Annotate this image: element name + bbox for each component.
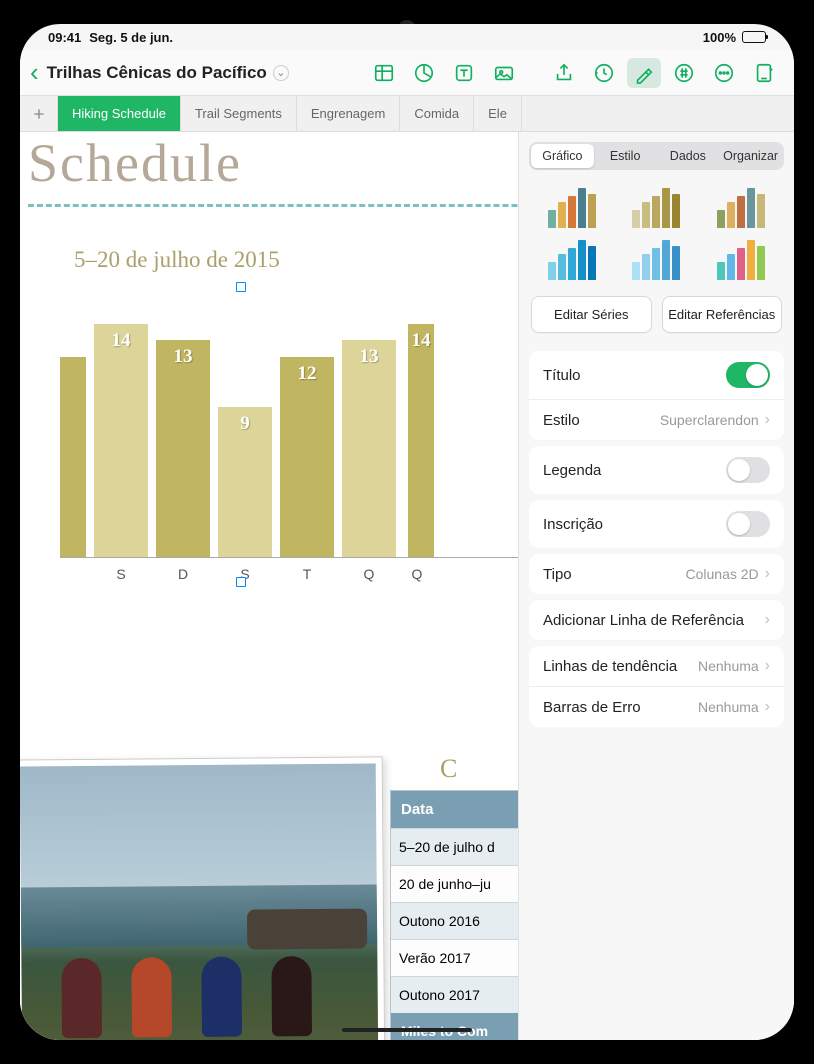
chart-style-thumb[interactable] — [706, 186, 776, 228]
insert-text-button[interactable] — [447, 58, 481, 88]
edit-series-button[interactable]: Editar Séries — [531, 296, 652, 333]
history-button[interactable] — [587, 58, 621, 88]
status-time: 09:41 — [48, 30, 81, 45]
add-sheet-button[interactable] — [20, 96, 58, 131]
toggle-legend[interactable] — [726, 457, 770, 483]
option-error-bars[interactable]: Barras de Erro Nenhuma › — [529, 687, 784, 727]
chart-style-thumb[interactable] — [537, 238, 607, 280]
option-caption[interactable]: Inscrição — [529, 500, 784, 548]
chevron-right-icon: › — [765, 565, 770, 583]
insert-table-button[interactable] — [367, 58, 401, 88]
panel-tab-arrange[interactable]: Organizar — [719, 144, 782, 168]
bar-value-label: 9 — [240, 413, 250, 435]
share-button[interactable] — [547, 58, 581, 88]
x-axis-label: S — [90, 558, 152, 582]
chevron-right-icon: › — [765, 411, 770, 429]
format-button[interactable] — [627, 58, 661, 88]
status-bar: 09:41 Seg. 5 de jun. 100% — [20, 24, 794, 50]
format-panel: Gráfico Estilo Dados Organizar Editar Sé… — [518, 132, 794, 1040]
chart-bar[interactable]: 14 — [94, 324, 148, 557]
doc-menu-chevron-icon[interactable]: ⌄ — [273, 65, 289, 81]
document-title[interactable]: Trilhas Cênicas do Pacífico — [47, 63, 267, 83]
sheet-tab[interactable]: Hiking Schedule — [58, 96, 181, 131]
option-chart-type[interactable]: Tipo Colunas 2D › — [529, 554, 784, 594]
option-reference-line[interactable]: Adicionar Linha de Referência › — [529, 600, 784, 640]
panel-tab-chart[interactable]: Gráfico — [531, 144, 594, 168]
more-button[interactable] — [707, 58, 741, 88]
toggle-title[interactable] — [726, 362, 770, 388]
chart-style-grid — [519, 180, 794, 290]
chart-bar[interactable] — [60, 357, 86, 557]
bar-value-label: 14 — [412, 330, 431, 352]
panel-tabs: Gráfico Estilo Dados Organizar — [529, 142, 784, 170]
chevron-right-icon: › — [765, 698, 770, 716]
x-axis-label — [60, 558, 90, 582]
sheet-tab-bar: Hiking Schedule Trail Segments Engrenage… — [20, 96, 794, 132]
home-indicator[interactable] — [342, 1028, 472, 1032]
x-axis-label: D — [152, 558, 214, 582]
chart-bar[interactable]: 9 — [218, 407, 272, 557]
option-title[interactable]: Título — [529, 351, 784, 400]
x-axis-label: T — [276, 558, 338, 582]
chart-style-thumb[interactable] — [621, 186, 691, 228]
option-legend[interactable]: Legenda — [529, 446, 784, 494]
back-button[interactable]: ‹ — [30, 57, 39, 88]
status-date: Seg. 5 de jun. — [89, 30, 173, 45]
bar-value-label: 14 — [112, 330, 131, 352]
table-super-title: C — [440, 754, 457, 784]
sheet-tab[interactable]: Comida — [400, 96, 474, 131]
sheet-tab[interactable]: Trail Segments — [181, 96, 297, 131]
chart-style-thumb[interactable] — [706, 238, 776, 280]
option-font-style[interactable]: Estilo Superclarendon › — [529, 400, 784, 440]
x-axis-label: Q — [400, 558, 434, 582]
sheet-tab[interactable]: Ele — [474, 96, 522, 131]
chart-style-thumb[interactable] — [537, 186, 607, 228]
insert-chart-button[interactable] — [407, 58, 441, 88]
bar-value-label: 13 — [360, 346, 379, 368]
photo-image — [20, 763, 378, 1040]
edit-references-button[interactable]: Editar Referências — [662, 296, 783, 333]
battery-icon — [742, 31, 766, 43]
chart-bar[interactable]: 14 — [408, 324, 434, 557]
panel-tab-style[interactable]: Estilo — [594, 144, 657, 168]
x-axis-label: Q — [338, 558, 400, 582]
chart-style-thumb[interactable] — [621, 238, 691, 280]
selection-handle[interactable] — [236, 577, 246, 587]
new-sheet-button[interactable] — [747, 58, 781, 88]
toggle-caption[interactable] — [726, 511, 770, 537]
option-trendlines[interactable]: Linhas de tendência Nenhuma › — [529, 646, 784, 687]
insert-media-button[interactable] — [487, 58, 521, 88]
chevron-right-icon: › — [765, 657, 770, 675]
bar-value-label: 12 — [298, 363, 317, 385]
battery-percent: 100% — [703, 30, 736, 45]
chart-bar[interactable]: 13 — [156, 340, 210, 557]
sheet-tab[interactable]: Engrenagem — [297, 96, 400, 131]
chart-bar[interactable]: 13 — [342, 340, 396, 557]
app-toolbar: ‹ Trilhas Cênicas do Pacífico ⌄ — [20, 50, 794, 96]
chevron-right-icon: › — [765, 611, 770, 629]
chart-bar[interactable]: 12 — [280, 357, 334, 557]
bar-value-label: 13 — [174, 346, 193, 368]
photo-frame[interactable] — [20, 756, 385, 1040]
panel-tab-data[interactable]: Dados — [657, 144, 720, 168]
organize-button[interactable] — [667, 58, 701, 88]
